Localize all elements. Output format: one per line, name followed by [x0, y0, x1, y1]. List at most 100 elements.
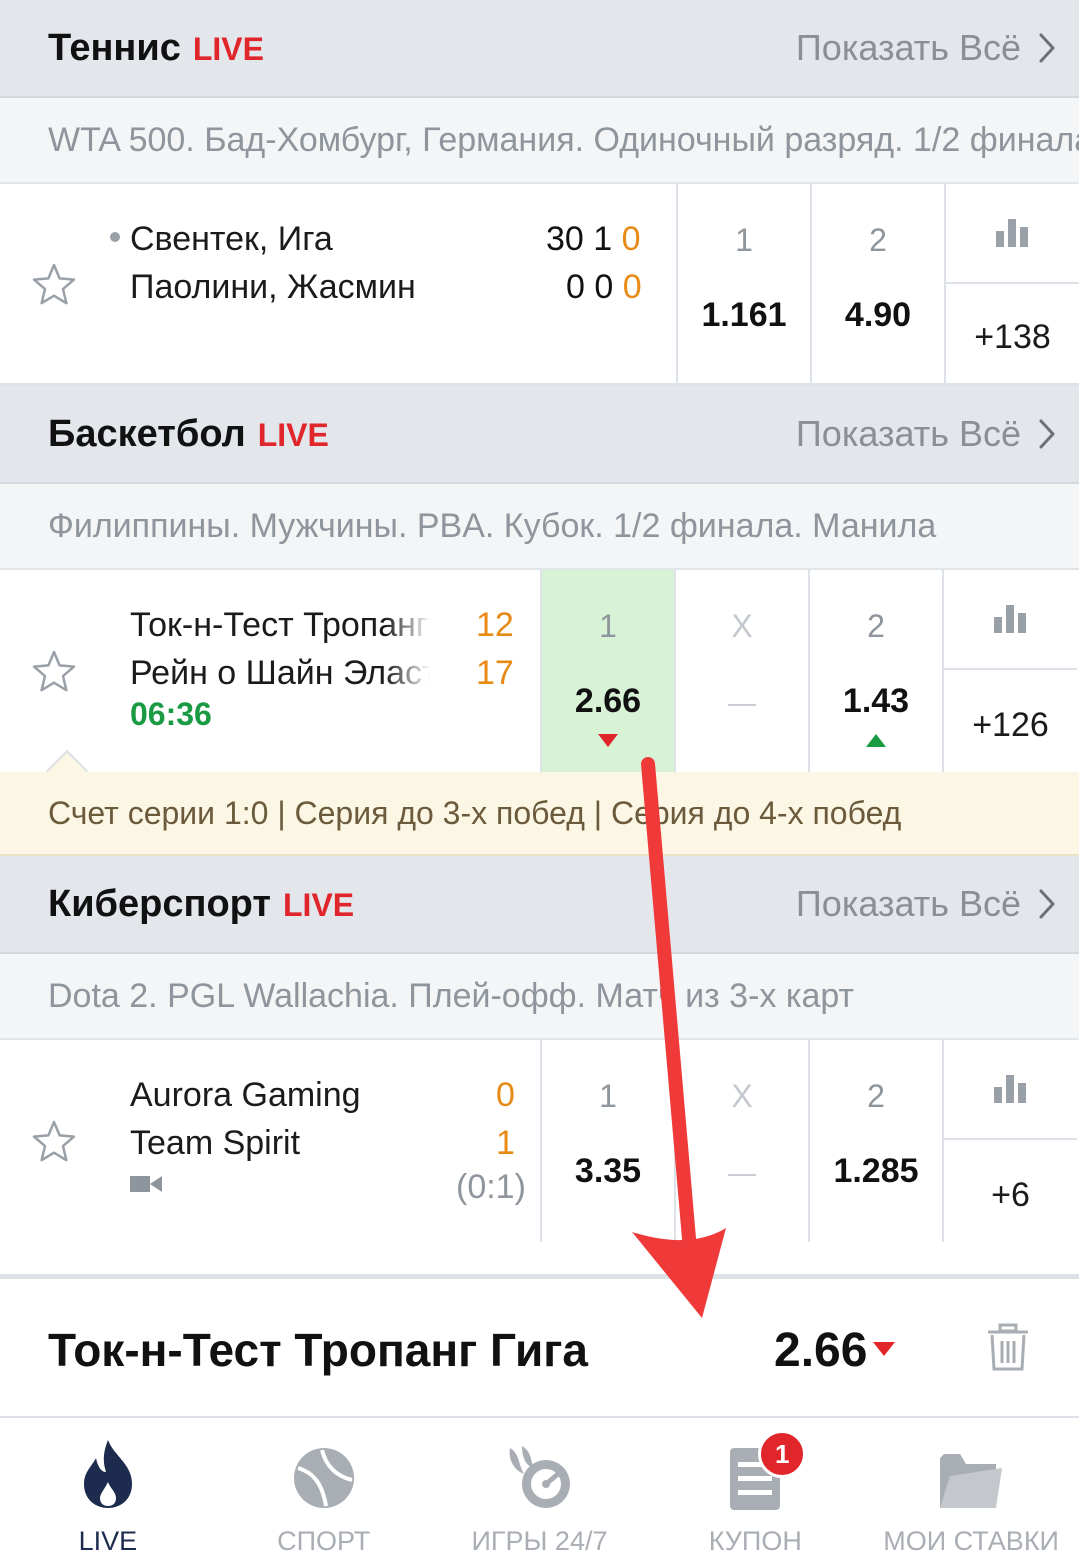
- team-name: Team Spirit: [130, 1124, 301, 1162]
- odd-cell-1[interactable]: 1 3.35: [540, 1040, 674, 1242]
- live-tag: LIVE: [192, 30, 264, 67]
- chevron-right-icon: [1039, 419, 1055, 449]
- favorite-button[interactable]: [0, 184, 108, 383]
- star-icon: [32, 650, 76, 692]
- odd-label: 2: [869, 222, 887, 258]
- show-all-link[interactable]: Показать Всё: [796, 413, 1055, 455]
- league-name: Dota 2. PGL Wallachia. Плей-офф. Матч из…: [48, 976, 855, 1015]
- stats-icon: [993, 1075, 1026, 1103]
- coupon-odd-value: 2.66: [774, 1324, 868, 1377]
- odd-value: 1.161: [701, 296, 787, 334]
- odd-down-indicator: [598, 734, 618, 747]
- odd-label: 2: [867, 608, 885, 644]
- score-line: 30 1 0: [546, 220, 641, 258]
- score: 0: [496, 1076, 515, 1114]
- odd-value: 3.35: [574, 1152, 642, 1190]
- nav-label: ИГРЫ 24/7: [471, 1526, 608, 1556]
- favorite-button[interactable]: [0, 570, 108, 772]
- serve-dot: [110, 232, 120, 242]
- odd-label: 1: [599, 1078, 617, 1114]
- team-name: Паолини, Жасмин: [130, 268, 416, 306]
- team-name: Aurora Gaming: [130, 1076, 361, 1114]
- event-row[interactable]: Ток-н-Тест Тропанг Гига Рейн о Шайн Элас…: [0, 570, 1079, 772]
- section-title: Киберспорт LIVE: [48, 883, 354, 926]
- nav-icon-wrap: [292, 1418, 356, 1518]
- favorite-button[interactable]: [0, 1040, 108, 1242]
- more-markets-button[interactable]: +138: [946, 284, 1079, 383]
- odd-value: 1.285: [833, 1152, 919, 1190]
- odd-cell-2[interactable]: 2 1.285: [808, 1040, 942, 1242]
- show-all-label: Показать Всё: [795, 883, 1021, 924]
- chevron-right-icon: [1039, 33, 1055, 63]
- star-icon: [32, 263, 76, 304]
- map-score: (0:1): [456, 1168, 526, 1206]
- show-all-link[interactable]: Показать Всё: [796, 883, 1055, 925]
- live-tag: LIVE: [257, 416, 329, 453]
- show-all-link[interactable]: Показать Всё: [796, 27, 1055, 69]
- section-header-esports: Киберспорт LIVE Показать Всё: [0, 856, 1079, 954]
- section-header-basketball: Баскетбол LIVE Показать Всё: [0, 386, 1079, 484]
- coupon-bar[interactable]: Ток-н-Тест Тропанг Гига 2.66: [0, 1274, 1079, 1418]
- league-name: WTA 500. Бад-Хомбург, Германия. Одиночны…: [48, 120, 1079, 159]
- stats-cell: +6: [942, 1040, 1077, 1242]
- bottom-nav: LIVE СПОРТ ИГРЫ 24/7 1 КУПОН МОИ СТАВКИ: [0, 1418, 1079, 1566]
- trash-icon[interactable]: [986, 1323, 1030, 1371]
- fire-icon: [83, 1440, 132, 1508]
- odd-label: X: [731, 1078, 753, 1114]
- section-title-text: Теннис: [48, 26, 181, 69]
- stats-icon: [995, 219, 1028, 247]
- coupon-badge: 1: [758, 1430, 807, 1478]
- more-markets-button[interactable]: +6: [944, 1140, 1077, 1242]
- series-info-text: Счет серии 1:0 | Серия до 3-х побед | Се…: [48, 794, 902, 831]
- stats-button[interactable]: [944, 570, 1077, 670]
- nav-label: МОИ СТАВКИ: [883, 1526, 1059, 1556]
- teams-block[interactable]: Aurora Gaming Team Spirit 0 1 (0:1): [108, 1040, 540, 1242]
- odd-cell-1[interactable]: 1 2.66: [540, 570, 674, 772]
- section-title-text: Баскетбол: [48, 412, 246, 455]
- nav-icon-wrap: [80, 1418, 136, 1518]
- event-row[interactable]: Aurora Gaming Team Spirit 0 1 (0:1) 1 3.…: [0, 1040, 1079, 1242]
- nav-icon-wrap: 1: [730, 1418, 807, 1518]
- nav-my-bets[interactable]: МОИ СТАВКИ: [863, 1418, 1079, 1566]
- series-info-bar: Счет серии 1:0 | Серия до 3-х побед | Се…: [0, 749, 1079, 856]
- odd-label: 1: [735, 222, 753, 258]
- odd-cell-2[interactable]: 2 4.90: [810, 184, 944, 383]
- match-timer: 06:36: [130, 696, 212, 732]
- nav-sport[interactable]: СПОРТ: [216, 1418, 432, 1566]
- nav-icon-wrap: [504, 1418, 574, 1518]
- odd-cell-x[interactable]: X: [674, 570, 808, 772]
- score: 17: [476, 654, 514, 692]
- nav-games[interactable]: ИГРЫ 24/7: [432, 1418, 648, 1566]
- section-header-tennis: Теннис LIVE Показать Всё: [0, 0, 1079, 98]
- teams-block[interactable]: Свентек, Ига Паолини, Жасмин 30 1 0 0 0 …: [108, 184, 676, 383]
- section-title: Теннис LIVE: [48, 27, 264, 70]
- odd-label: X: [731, 608, 753, 644]
- nav-icon-wrap: [938, 1418, 1004, 1518]
- team-name: Свентек, Ига: [130, 220, 333, 258]
- more-markets-button[interactable]: +126: [944, 670, 1077, 772]
- league-row[interactable]: Филиппины. Мужчины. PBA. Кубок. 1/2 фина…: [0, 484, 1079, 570]
- stats-icon: [993, 605, 1026, 633]
- section-title-text: Киберспорт: [48, 882, 271, 925]
- teams-block[interactable]: Ток-н-Тест Тропанг Гига Рейн о Шайн Элас…: [108, 570, 540, 772]
- odd-value: 4.90: [844, 296, 912, 334]
- league-row[interactable]: WTA 500. Бад-Хомбург, Германия. Одиночны…: [0, 98, 1079, 184]
- odd-cell-1[interactable]: 1 1.161: [676, 184, 810, 383]
- nav-label: КУПОН: [708, 1526, 802, 1556]
- chevron-right-icon: [1039, 889, 1055, 919]
- odd-cell-2[interactable]: 2 1.43: [808, 570, 942, 772]
- nav-live[interactable]: LIVE: [0, 1418, 216, 1566]
- odd-value: 2.66: [574, 682, 642, 720]
- ball-icon: [293, 1448, 354, 1508]
- nav-coupon[interactable]: 1 КУПОН: [647, 1418, 863, 1566]
- league-row[interactable]: Dota 2. PGL Wallachia. Плей-офф. Матч из…: [0, 954, 1079, 1040]
- odd-cell-x[interactable]: X: [674, 1040, 808, 1242]
- stats-cell: +138: [944, 184, 1079, 383]
- stats-button[interactable]: [944, 1040, 1077, 1140]
- stats-cell: +126: [942, 570, 1077, 772]
- league-name: Филиппины. Мужчины. PBA. Кубок. 1/2 фина…: [48, 506, 937, 545]
- folder-icon: [940, 1454, 1003, 1508]
- stats-button[interactable]: [946, 184, 1079, 284]
- event-row[interactable]: Свентек, Ига Паолини, Жасмин 30 1 0 0 0 …: [0, 184, 1079, 386]
- team-name: Ток-н-Тест Тропанг Гига: [130, 606, 430, 644]
